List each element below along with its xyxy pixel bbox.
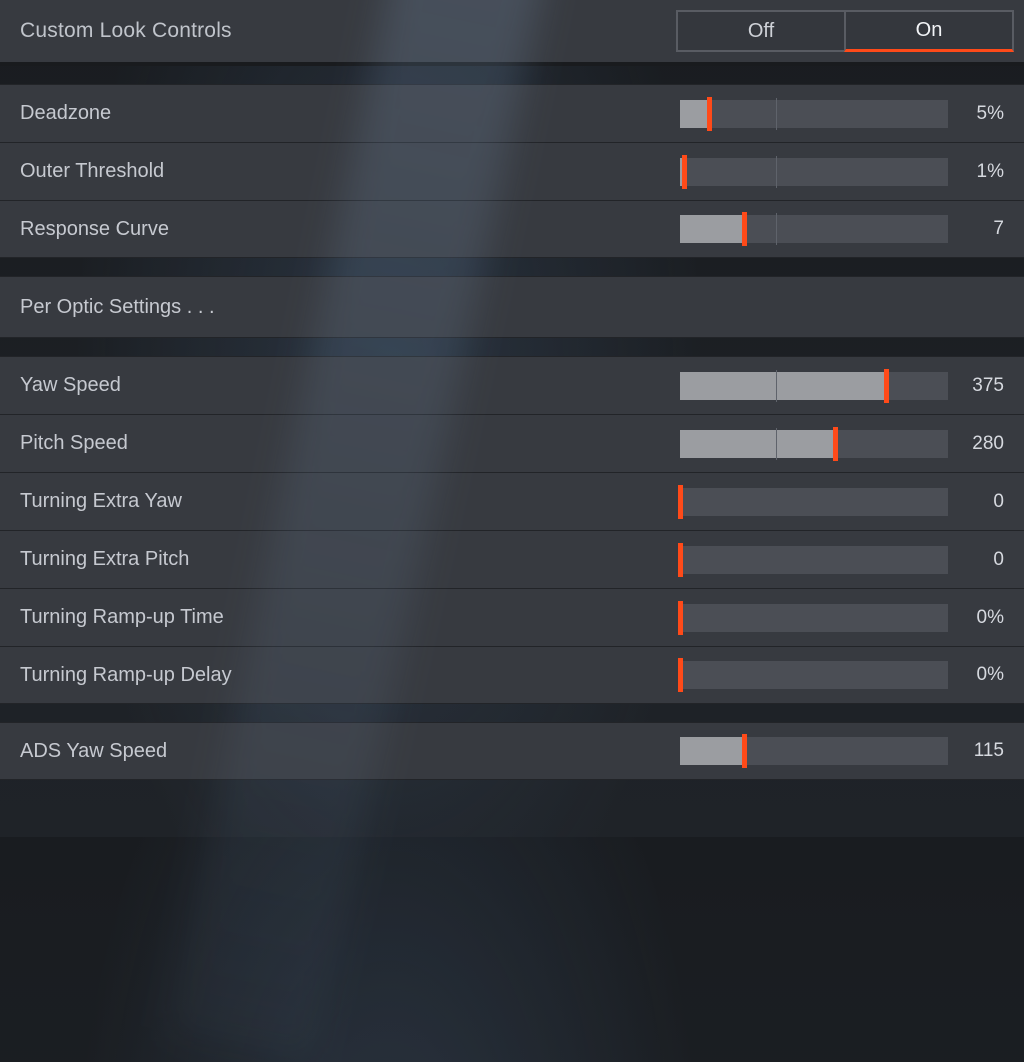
subheader-label: Per Optic Settings . . .	[20, 296, 215, 319]
setting-slider[interactable]	[680, 737, 948, 765]
setting-value: 375	[958, 375, 1018, 397]
setting-row: Yaw Speed 375	[0, 356, 1024, 414]
setting-value: 1%	[958, 161, 1018, 183]
setting-value: 115	[958, 740, 1018, 762]
setting-row: Pitch Speed 280	[0, 414, 1024, 472]
setting-label: Outer Threshold	[20, 160, 680, 183]
slider-handle[interactable]	[833, 427, 838, 461]
setting-slider[interactable]	[680, 215, 948, 243]
setting-label: Turning Extra Yaw	[20, 490, 680, 513]
slider-tick	[776, 370, 777, 402]
slider-fill	[680, 372, 886, 400]
setting-label: Turning Ramp-up Time	[20, 606, 680, 629]
slider-handle[interactable]	[742, 734, 747, 768]
setting-label: Turning Ramp-up Delay	[20, 664, 680, 687]
settings-panel: Custom Look Controls Off On Deadzone 5% Ou…	[0, 0, 1024, 798]
setting-label: Turning Extra Pitch	[20, 548, 680, 571]
slider-handle[interactable]	[707, 97, 712, 131]
per-optic-settings-header[interactable]: Per Optic Settings . . .	[0, 276, 1024, 338]
setting-slider[interactable]	[680, 546, 948, 574]
slider-tick	[776, 156, 777, 188]
slider-handle[interactable]	[678, 543, 683, 577]
setting-label: Yaw Speed	[20, 374, 680, 397]
setting-row: Outer Threshold 1%	[0, 142, 1024, 200]
setting-slider[interactable]	[680, 661, 948, 689]
setting-slider[interactable]	[680, 372, 948, 400]
toggle-on-button[interactable]: On	[844, 10, 1014, 52]
slider-fill	[680, 215, 744, 243]
setting-slider[interactable]	[680, 604, 948, 632]
custom-look-toggle: Off On	[678, 10, 1014, 52]
slider-handle[interactable]	[682, 155, 687, 189]
setting-row: Turning Ramp-up Delay 0%	[0, 646, 1024, 704]
slider-tick	[776, 213, 777, 245]
setting-label: ADS Yaw Speed	[20, 740, 680, 763]
slider-tick	[776, 428, 777, 460]
header-title: Custom Look Controls	[20, 19, 678, 43]
setting-slider[interactable]	[680, 430, 948, 458]
slider-fill	[680, 430, 835, 458]
setting-value: 0	[958, 549, 1018, 571]
setting-row: Turning Extra Pitch 0	[0, 530, 1024, 588]
setting-value: 5%	[958, 103, 1018, 125]
setting-row: ADS Yaw Speed 115	[0, 722, 1024, 780]
setting-value: 7	[958, 218, 1018, 240]
setting-label: Pitch Speed	[20, 432, 680, 455]
setting-slider[interactable]	[680, 488, 948, 516]
setting-value: 280	[958, 433, 1018, 455]
slider-tick	[776, 98, 777, 130]
slider-fill	[680, 100, 709, 128]
slider-handle[interactable]	[678, 485, 683, 519]
setting-slider[interactable]	[680, 158, 948, 186]
slider-handle[interactable]	[742, 212, 747, 246]
setting-row: Turning Extra Yaw 0	[0, 472, 1024, 530]
slider-handle[interactable]	[678, 601, 683, 635]
setting-value: 0%	[958, 664, 1018, 686]
setting-row: Deadzone 5%	[0, 84, 1024, 142]
slider-handle[interactable]	[884, 369, 889, 403]
setting-slider[interactable]	[680, 100, 948, 128]
setting-value: 0%	[958, 607, 1018, 629]
slider-fill	[680, 737, 744, 765]
custom-look-controls-header: Custom Look Controls Off On	[0, 0, 1024, 66]
setting-label: Response Curve	[20, 218, 680, 241]
toggle-off-button[interactable]: Off	[676, 10, 846, 52]
setting-value: 0	[958, 491, 1018, 513]
setting-label: Deadzone	[20, 102, 680, 125]
slider-handle[interactable]	[678, 658, 683, 692]
setting-row: Response Curve 7	[0, 200, 1024, 258]
setting-row: Turning Ramp-up Time 0%	[0, 588, 1024, 646]
